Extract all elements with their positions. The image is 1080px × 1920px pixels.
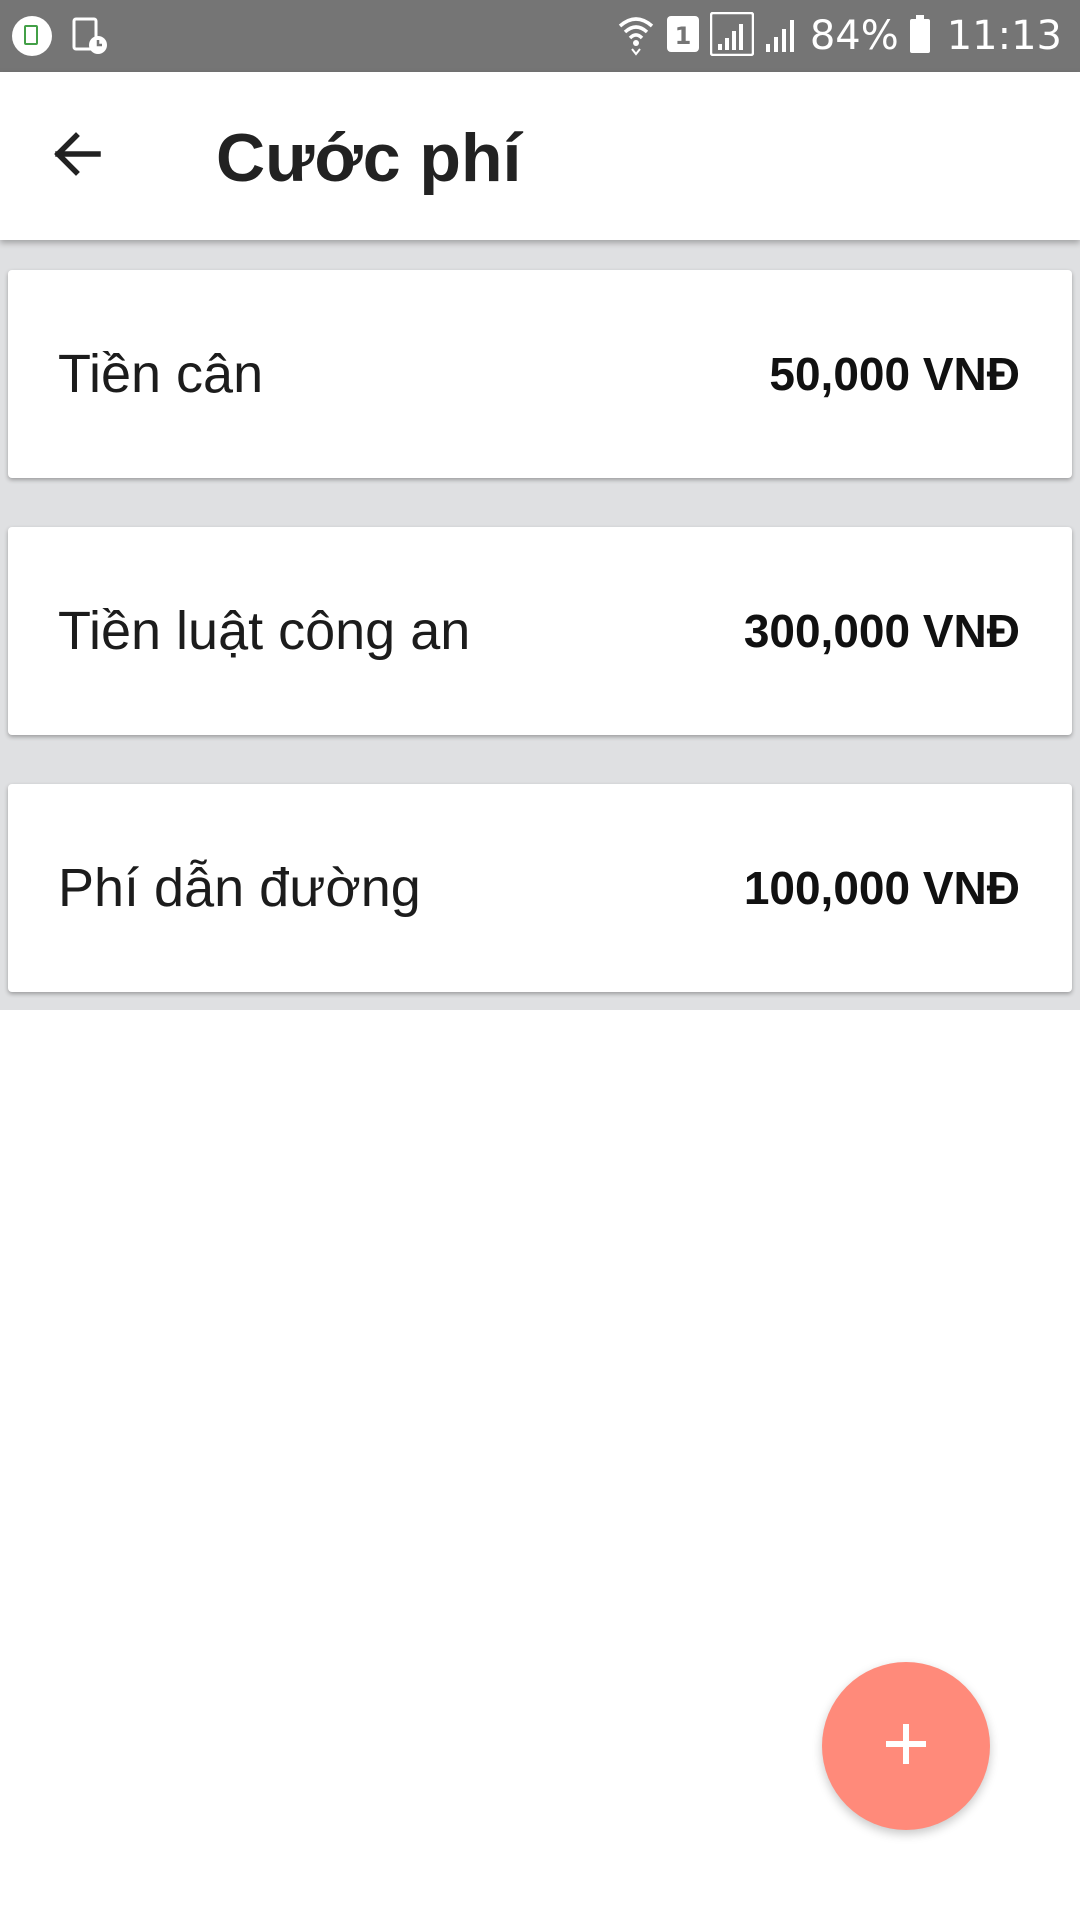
fee-card[interactable]: Phí dẫn đường 100,000 VNĐ bbox=[8, 784, 1072, 992]
fee-amount: 300,000 VNĐ bbox=[743, 605, 1020, 657]
fee-name: Phí dẫn đường bbox=[58, 858, 421, 918]
status-bar: 1 84% 11:13 bbox=[0, 0, 1080, 72]
status-icons: 1 84% 11:13 bbox=[616, 0, 1062, 72]
fee-amount: 50,000 VNĐ bbox=[769, 348, 1020, 400]
fee-name: Tiền cân bbox=[58, 344, 264, 404]
app-bar: Cước phí bbox=[0, 72, 1080, 240]
back-button[interactable] bbox=[36, 116, 116, 196]
wifi-icon bbox=[616, 12, 656, 61]
app-notification-icon bbox=[12, 16, 52, 56]
fee-amount: 100,000 VNĐ bbox=[743, 862, 1020, 914]
fee-name: Tiền luật công an bbox=[58, 601, 471, 661]
battery-percent: 84% bbox=[809, 13, 899, 59]
page-title: Cước phí bbox=[216, 120, 522, 196]
signal-icon bbox=[709, 11, 755, 61]
fee-card[interactable]: Tiền luật công an 300,000 VNĐ bbox=[8, 527, 1072, 735]
battery-icon bbox=[909, 14, 931, 59]
screenshot-icon bbox=[70, 16, 110, 56]
signal-icon bbox=[764, 14, 800, 59]
clock: 11:13 bbox=[946, 13, 1062, 59]
arrow-back-icon bbox=[48, 126, 104, 187]
add-fee-button[interactable] bbox=[822, 1662, 990, 1830]
plus-icon bbox=[882, 1720, 930, 1773]
fee-card[interactable]: Tiền cân 50,000 VNĐ bbox=[8, 270, 1072, 478]
sim-slot-label: 1 bbox=[674, 22, 691, 50]
sim-1-icon: 1 bbox=[666, 15, 700, 58]
fee-list: Tiền cân 50,000 VNĐ Tiền luật công an 30… bbox=[0, 240, 1080, 1010]
